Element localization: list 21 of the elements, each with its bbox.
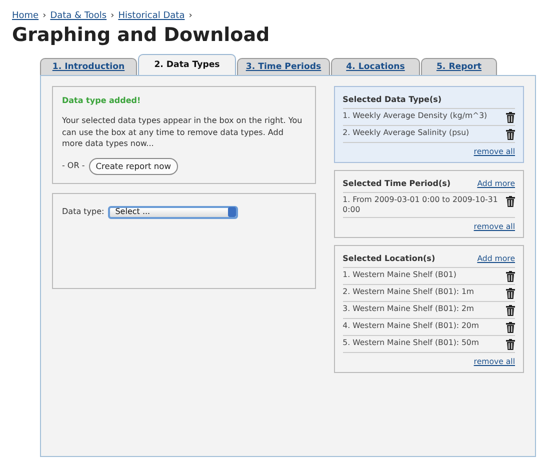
- tab[interactable]: 5. Report: [421, 58, 497, 76]
- breadcrumb-separator: ›: [188, 11, 192, 21]
- box-title: Selected Location(s): [342, 252, 436, 265]
- success-heading: Data type added!: [62, 95, 142, 108]
- breadcrumb-separator: ›: [42, 11, 46, 21]
- breadcrumb-link[interactable]: Historical Data: [118, 11, 185, 21]
- breadcrumb-link[interactable]: Data & Tools: [50, 11, 107, 21]
- message-text: Your selected data types appear in the box on the right. You can use the box at any time to remove data types. Add more data types now...: [62, 115, 304, 150]
- breadcrumb-separator: ›: [110, 11, 114, 21]
- field-label: Data type:: [62, 206, 104, 218]
- tab[interactable]: 2. Data Types: [138, 54, 236, 76]
- box-title: Selected Data Type(s): [342, 94, 442, 106]
- tab[interactable]: 4. Locations: [331, 58, 420, 76]
- tab[interactable]: 3. Time Periods: [237, 58, 330, 76]
- data-type-select[interactable]: Select ...: [108, 206, 238, 219]
- breadcrumb-link[interactable]: Home: [12, 11, 39, 21]
- page-title: Graphing and Download: [12, 24, 271, 46]
- box-title: Selected Time Period(s): [342, 178, 451, 190]
- create-report-button[interactable]: Create report now: [88, 158, 178, 175]
- tab[interactable]: 1. Introduction: [40, 58, 137, 76]
- or-label: - OR -: [62, 160, 85, 172]
